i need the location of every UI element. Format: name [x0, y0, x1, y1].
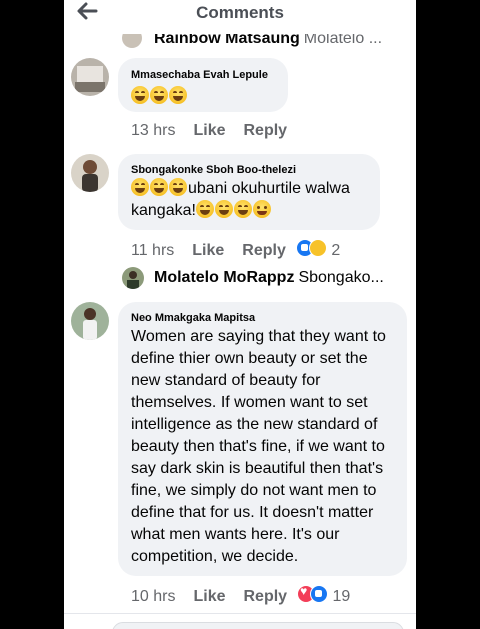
reply-preview[interactable]: Molatelo MoRappz Sbongako... [154, 269, 394, 287]
laugh-cry-emoji-icon [150, 86, 168, 104]
comment-text-line: ubani okuhurtile walwa [188, 180, 350, 197]
comment-input[interactable] [112, 622, 404, 629]
reaction-summary[interactable]: 2 [295, 239, 341, 260]
comment-text: Women are saying that they want to defin… [131, 328, 386, 565]
header: Comments [64, 0, 416, 34]
page-title: Comments [196, 3, 284, 22]
comment-emoji-row [131, 86, 188, 106]
laugh-cry-emoji-icon [214, 200, 233, 218]
laugh-cry-emoji-icon [150, 178, 168, 196]
comment-text-line: kangaka! [131, 202, 196, 219]
comment-text: ubani okuhurtile walwa [131, 178, 350, 200]
comment-text: kangaka! [131, 200, 272, 222]
comment-composer-bar [64, 613, 416, 629]
laugh-cry-emoji-icon [233, 200, 252, 218]
reply-button[interactable]: Reply [243, 588, 287, 606]
like-button[interactable]: Like [193, 122, 225, 140]
like-button[interactable]: Like [193, 588, 225, 606]
comments-screen: Comments Rainbow Matsaung Molatelo ... Mm… [64, 0, 416, 629]
like-button[interactable]: Like [192, 242, 224, 260]
reply-button[interactable]: Reply [243, 122, 287, 140]
comment-bubble: Mmasechaba Evah Lepule [118, 58, 288, 112]
loud-cry-emoji-icon [252, 200, 271, 218]
avatar[interactable] [71, 58, 109, 96]
avatar[interactable] [71, 154, 109, 192]
comment-author[interactable]: Neo Mmakgaka Mapitsa [131, 312, 255, 324]
avatar[interactable] [122, 267, 144, 289]
comment-time: 13 hrs [131, 122, 176, 139]
reply-author: Molatelo MoRappz [154, 269, 295, 286]
comment-bubble: Neo Mmakgaka Mapitsa Women are saying th… [118, 302, 407, 576]
laugh-cry-emoji-icon [195, 200, 214, 218]
reply-button[interactable]: Reply [242, 242, 286, 260]
reaction-count: 19 [332, 588, 351, 605]
comment-bubble: Sbongakonke Sboh Boo-thelezi ubani okuhu… [118, 154, 380, 230]
like-reaction-icon [310, 585, 329, 603]
rofl-emoji-icon [169, 178, 187, 196]
comment-time: 11 hrs [131, 242, 175, 259]
comment-author[interactable]: Mmasechaba Evah Lepule [131, 69, 268, 81]
comment-author[interactable]: Sbongakonke Sboh Boo-thelezi [131, 164, 296, 176]
laugh-cry-emoji-icon [131, 178, 149, 196]
comment-meta: 11 hrs Like Reply 2 [131, 239, 340, 260]
laugh-cry-emoji-icon [169, 86, 187, 104]
haha-reaction-icon [308, 239, 327, 257]
reaction-summary[interactable]: 19 [297, 584, 351, 606]
comment-meta: 13 hrs Like Reply [131, 122, 287, 140]
comment-meta: 10 hrs Like Reply 19 [131, 584, 351, 606]
laugh-cry-emoji-icon [131, 86, 149, 104]
reply-snippet: Sbongako... [298, 269, 384, 286]
comment-time: 10 hrs [131, 588, 176, 605]
reaction-count: 2 [331, 242, 341, 259]
avatar[interactable] [71, 302, 109, 340]
